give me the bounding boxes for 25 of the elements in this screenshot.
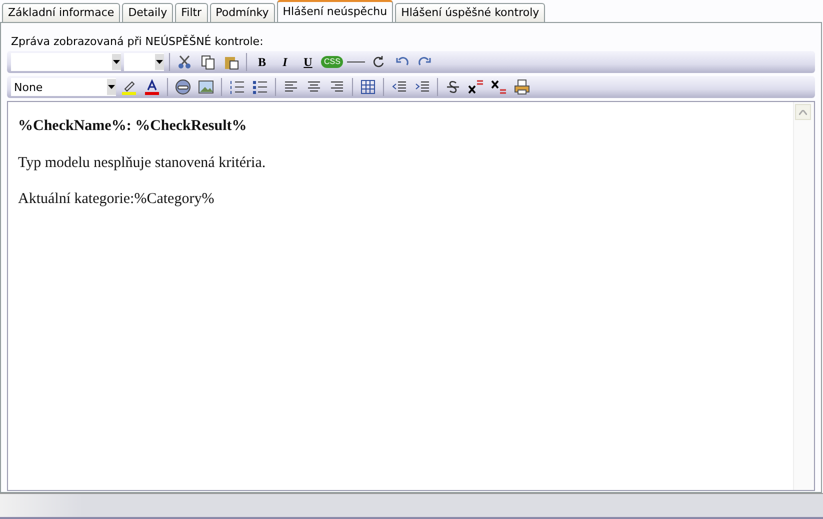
editor-area[interactable]: %CheckName%: %CheckResult% Typ modelu nesplňuje stanovená kritéria. Aktuální kategorie:%Category% [7, 101, 815, 491]
editor-heading: %CheckName%: %CheckResult% [18, 118, 248, 135]
dropdown-arrow-icon [108, 85, 115, 89]
font-size-select[interactable] [124, 53, 164, 71]
tab[interactable]: Podmínky [210, 3, 275, 22]
tab[interactable]: Základní informace [2, 3, 120, 22]
editor-paragraph: Aktuální kategorie:%Category% [18, 191, 216, 208]
tab[interactable]: Hlášení neúspěchu [276, 0, 394, 22]
editor-caption: Zpráva zobrazovaná při NEÚSPĚŠNÉ kontrole: [10, 34, 264, 50]
caret-up-icon [799, 110, 807, 114]
font-color-icon[interactable] [142, 77, 162, 97]
scrollbar[interactable] [793, 102, 814, 490]
underline-button[interactable]: U [298, 52, 318, 72]
italic-button[interactable]: I [275, 52, 295, 72]
dropdown-arrow-icon [156, 60, 163, 64]
bold-button[interactable]: B [252, 52, 272, 72]
css-button[interactable]: CSS [321, 56, 344, 68]
printer-icon[interactable] [512, 77, 532, 97]
style-select[interactable]: None [11, 78, 116, 96]
editor-paragraph: Typ modelu nesplňuje stanovená kritéria. [18, 155, 267, 172]
tab[interactable]: Hlášení úspěšné kontroly [395, 3, 546, 22]
tab[interactable]: Detaily [122, 3, 174, 22]
tab[interactable]: Filtr [175, 3, 208, 22]
dropdown-arrow-icon [113, 60, 120, 64]
table-icon[interactable] [358, 77, 378, 97]
